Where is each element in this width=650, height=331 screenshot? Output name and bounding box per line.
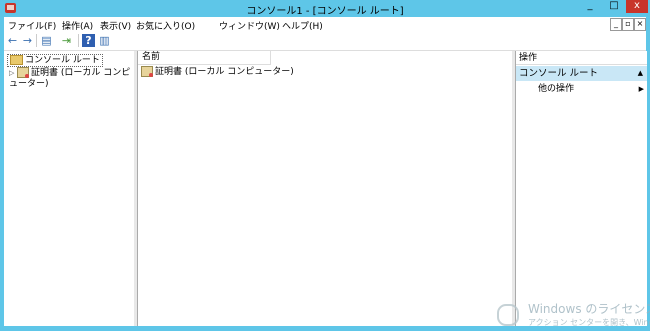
help-icon[interactable]: ?: [82, 34, 95, 47]
mdi-restore-button[interactable]: ▫: [622, 18, 634, 31]
watermark-line-2: アクション センターを開き、Wind: [528, 318, 650, 327]
list-item-label: 証明書 (ローカル コンピューター): [155, 67, 294, 77]
actions-pane: 操作 コンソール ルート ▲ 他の操作 ▶: [515, 51, 647, 326]
submenu-arrow-icon: ▶: [638, 85, 644, 93]
forward-arrow-icon[interactable]: →: [21, 34, 34, 47]
actions-item-more-actions[interactable]: 他の操作 ▶: [538, 84, 644, 95]
tree-item-certificates[interactable]: ▷ 証明書 (ローカル コンピューター): [9, 67, 134, 90]
certificate-icon: [141, 66, 153, 77]
maximize-button[interactable]: □: [602, 0, 626, 13]
actions-section-console-root[interactable]: コンソール ルート ▲: [516, 66, 647, 81]
tree-item-console-root[interactable]: コンソール ルート: [7, 54, 103, 67]
folder-icon: [10, 55, 23, 65]
expand-icon[interactable]: ▷: [9, 68, 17, 79]
show-hide-tree-icon[interactable]: ▤: [40, 34, 53, 47]
tree-root-label: コンソール ルート: [25, 55, 100, 66]
toolbar-separator: [36, 34, 37, 47]
results-pane: 名前 証明書 (ローカル コンピューター): [137, 51, 514, 326]
certificate-icon: [17, 67, 29, 78]
activation-watermark: Windows のライセンス アクション センターを開き、Wind: [493, 299, 650, 329]
minimize-button[interactable]: _: [578, 0, 602, 13]
mmc-window: コンソール1 - [コンソール ルート] _ □ x ファイル(F) 操作(A)…: [0, 0, 650, 331]
key-icon: [497, 304, 519, 326]
actions-section-title: コンソール ルート: [519, 68, 599, 79]
actions-item-label: 他の操作: [538, 84, 575, 94]
tree-pane: コンソール ルート ▷ 証明書 (ローカル コンピューター): [4, 51, 135, 326]
window-title: コンソール1 - [コンソール ルート]: [246, 6, 404, 17]
mdi-close-button[interactable]: ×: [634, 18, 646, 31]
actions-header: 操作: [516, 51, 647, 65]
export-list-icon[interactable]: ⇥: [60, 34, 73, 47]
toolbar-separator: [78, 34, 79, 47]
mdi-minimize-button[interactable]: _: [610, 18, 622, 31]
list-item[interactable]: 証明書 (ローカル コンピューター): [141, 66, 294, 78]
menu-bar: ファイル(F) 操作(A) 表示(V) お気に入り(O) ウィンドウ(W) ヘル…: [4, 17, 646, 32]
show-hide-actions-icon[interactable]: ▥: [98, 34, 111, 47]
watermark-line-1: Windows のライセンス: [528, 302, 650, 316]
column-header-name[interactable]: 名前: [138, 51, 271, 65]
toolbar: ← → ▤ ⇥ ? ▥: [4, 31, 646, 51]
back-arrow-icon[interactable]: ←: [6, 34, 19, 47]
collapse-icon[interactable]: ▲: [638, 66, 643, 81]
close-button[interactable]: x: [626, 0, 648, 13]
title-bar[interactable]: コンソール1 - [コンソール ルート] _ □ x: [0, 0, 650, 17]
